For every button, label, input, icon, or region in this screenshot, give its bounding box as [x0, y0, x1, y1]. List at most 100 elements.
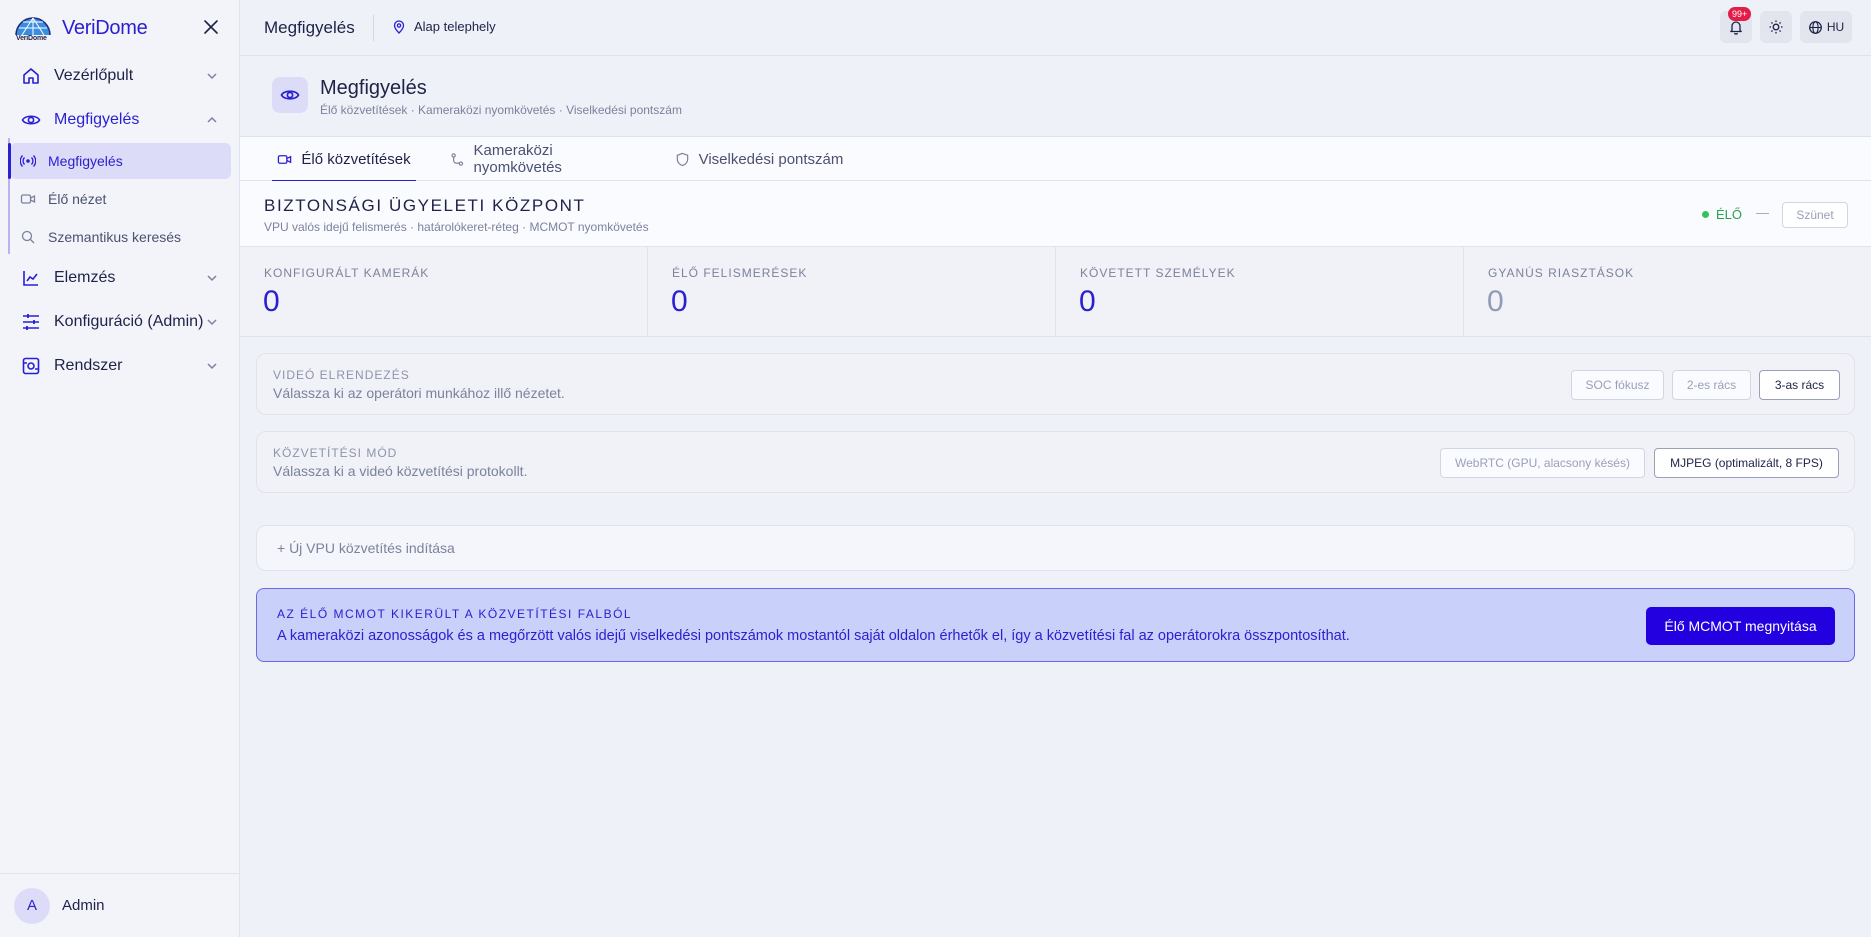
live-status: ÉLŐ — [1702, 207, 1742, 222]
operations-subtitle: VPU valós idejű felismerés · határolóker… — [264, 220, 649, 234]
nav-group-configuration[interactable]: Konfiguráció (Admin) — [8, 304, 232, 340]
shield-icon — [676, 152, 688, 166]
map-pin-icon — [393, 19, 405, 34]
stream-mode-panel: KÖZVETÍTÉSI MÓD Válassza ki a videó közv… — [256, 431, 1855, 493]
stat-label: GYANÚS RIASZTÁSOK — [1488, 266, 1635, 280]
live-dot-icon — [1702, 211, 1709, 218]
home-icon — [20, 65, 42, 87]
stream-option-webrtc[interactable]: WebRTC (GPU, alacsony késés) — [1440, 448, 1645, 478]
page-header: Megfigyelés Élő közvetítések · Kameraköz… — [240, 56, 1871, 136]
nav-group-label: Megfigyelés — [54, 111, 140, 128]
divider — [373, 15, 374, 41]
notice-text: A kameraközi azonosságok és a megőrzött … — [277, 628, 1350, 644]
chevron-down-icon — [207, 319, 217, 326]
route-icon — [451, 152, 464, 166]
language-selector[interactable]: HU — [1800, 11, 1852, 43]
page-subtitle: Élő közvetítések · Kameraközi nyomköveté… — [320, 103, 682, 117]
server-icon — [20, 355, 42, 377]
operations-header: BIZTONSÁGI ÜGYELETI KÖZPONT VPU valós id… — [240, 181, 1871, 247]
stat-configured-cameras: KONFIGURÁLT KAMERÁK 0 — [240, 247, 648, 336]
stat-value: 0 — [1487, 285, 1504, 318]
tab-behavior-score[interactable]: Viselkedési pontszám — [674, 137, 844, 181]
stat-label: ÉLŐ FELISMERÉSEK — [672, 266, 808, 280]
brand[interactable]: VeriDome VeriDome — [14, 12, 148, 44]
notifications-button[interactable]: 99+ — [1720, 7, 1752, 43]
panel-description: Válassza ki az operátori munkához illő n… — [273, 385, 565, 401]
sidebar-item-semantic-search[interactable]: Szemantikus keresés — [10, 219, 231, 255]
tab-live-streams[interactable]: Élő közvetítések — [272, 137, 416, 182]
topbar: Megfigyelés Alap telephely 99+ HU — [240, 0, 1871, 56]
tab-cross-camera-tracking[interactable]: Kameraközi nyomkövetés — [450, 137, 640, 181]
sidebar-item-label: Élő nézet — [48, 191, 107, 207]
stream-option-mjpeg[interactable]: MJPEG (optimalizált, 8 FPS) — [1654, 448, 1839, 478]
stats-row: KONFIGURÁLT KAMERÁK 0 ÉLŐ FELISMERÉSEK 0… — [240, 247, 1871, 337]
panel-label: KÖZVETÍTÉSI MÓD — [273, 446, 398, 460]
user-menu[interactable]: A Admin — [0, 873, 240, 937]
sidebar: VeriDome VeriDome Vezérlőpult Megfigyelé… — [0, 0, 240, 937]
sidebar-item-label: Szemantikus keresés — [48, 229, 182, 245]
nav-group-analytics[interactable]: Elemzés — [8, 260, 232, 296]
sidebar-item-label: Megfigyelés — [48, 153, 123, 169]
panel-description: Válassza ki a videó közvetítési protokol… — [273, 463, 528, 479]
sun-icon — [1769, 20, 1783, 34]
nav-group-label: Vezérlőpult — [54, 67, 134, 84]
page-title: Megfigyelés — [320, 77, 427, 99]
mcmot-notice: AZ ÉLŐ MCMOT KIKERÜLT A KÖZVETÍTÉSI FALB… — [256, 588, 1855, 662]
operations-title: BIZTONSÁGI ÜGYELETI KÖZPONT — [264, 196, 586, 215]
video-layout-panel: VIDEÓ ELRENDEZÉS Válassza ki az operátor… — [256, 353, 1855, 415]
open-live-mcmot-button[interactable]: Élő MCMOT megnyitása — [1646, 607, 1835, 645]
site-name: Alap telephely — [414, 19, 496, 34]
close-sidebar-button[interactable] — [200, 16, 222, 38]
panel-label: VIDEÓ ELRENDEZÉS — [273, 368, 410, 382]
eye-icon — [272, 77, 308, 113]
chart-line-icon — [20, 267, 42, 289]
stat-live-detections: ÉLŐ FELISMERÉSEK 0 — [648, 247, 1056, 336]
nav-group-surveillance[interactable]: Megfigyelés — [8, 102, 232, 138]
logo-text: VeriDome — [16, 35, 47, 42]
live-separator: — — [1756, 205, 1769, 220]
site-selector[interactable]: Alap telephely — [392, 19, 496, 34]
nav-group-label: Rendszer — [54, 357, 123, 374]
eye-icon — [20, 109, 42, 131]
stat-label: KÖVETETT SZEMÉLYEK — [1080, 266, 1236, 280]
stat-tracked-persons: KÖVETETT SZEMÉLYEK 0 — [1056, 247, 1464, 336]
chevron-down-icon — [207, 363, 217, 370]
stat-label: KONFIGURÁLT KAMERÁK — [264, 266, 430, 280]
tab-label: Viselkedési pontszám — [698, 150, 844, 168]
notice-title: AZ ÉLŐ MCMOT KIKERÜLT A KÖZVETÍTÉSI FALB… — [277, 607, 633, 621]
close-icon — [204, 20, 218, 34]
stat-suspicious-alerts: GYANÚS RIASZTÁSOK 0 — [1464, 247, 1871, 336]
stat-value: 0 — [1079, 285, 1096, 318]
chevron-up-icon — [207, 116, 217, 123]
pause-button[interactable]: Szünet — [1782, 202, 1848, 228]
tab-label: Kameraközi nyomkövetés — [473, 142, 562, 176]
search-icon — [20, 229, 36, 245]
layout-option-2-grid[interactable]: 2-es rács — [1672, 370, 1751, 400]
user-name: Admin — [62, 897, 105, 914]
sidebar-item-surveillance[interactable]: Megfigyelés — [8, 143, 231, 179]
video-camera-icon — [278, 154, 292, 164]
layout-option-3-grid[interactable]: 3-as rács — [1759, 370, 1840, 400]
notification-badge: 99+ — [1728, 7, 1752, 21]
nav-group-dashboard[interactable]: Vezérlőpult — [8, 58, 232, 94]
sliders-icon — [20, 311, 42, 333]
nav-group-label: Elemzés — [54, 269, 116, 286]
stat-value: 0 — [263, 285, 280, 318]
layout-option-soc-focus[interactable]: SOC fókusz — [1571, 370, 1664, 400]
nav-group-system[interactable]: Rendszer — [8, 348, 232, 384]
tab-bar: Élő közvetítések Kameraközi nyomkövetés … — [240, 136, 1871, 182]
language-code: HU — [1826, 20, 1845, 34]
video-camera-icon — [20, 191, 36, 207]
stat-value: 0 — [671, 285, 688, 318]
globe-icon — [1808, 20, 1822, 34]
chevron-down-icon — [207, 73, 217, 80]
live-label: ÉLŐ — [1716, 207, 1743, 222]
bell-icon — [1729, 21, 1743, 35]
broadcast-icon — [20, 153, 36, 169]
avatar: A — [14, 887, 50, 924]
theme-toggle-button[interactable] — [1760, 11, 1792, 43]
new-vpu-stream-button[interactable]: + Új VPU közvetítés indítása — [256, 525, 1855, 571]
app-name: VeriDome — [62, 16, 148, 39]
sidebar-item-live-view[interactable]: Élő nézet — [10, 181, 231, 217]
nav-group-label: Konfiguráció (Admin) — [54, 313, 204, 330]
